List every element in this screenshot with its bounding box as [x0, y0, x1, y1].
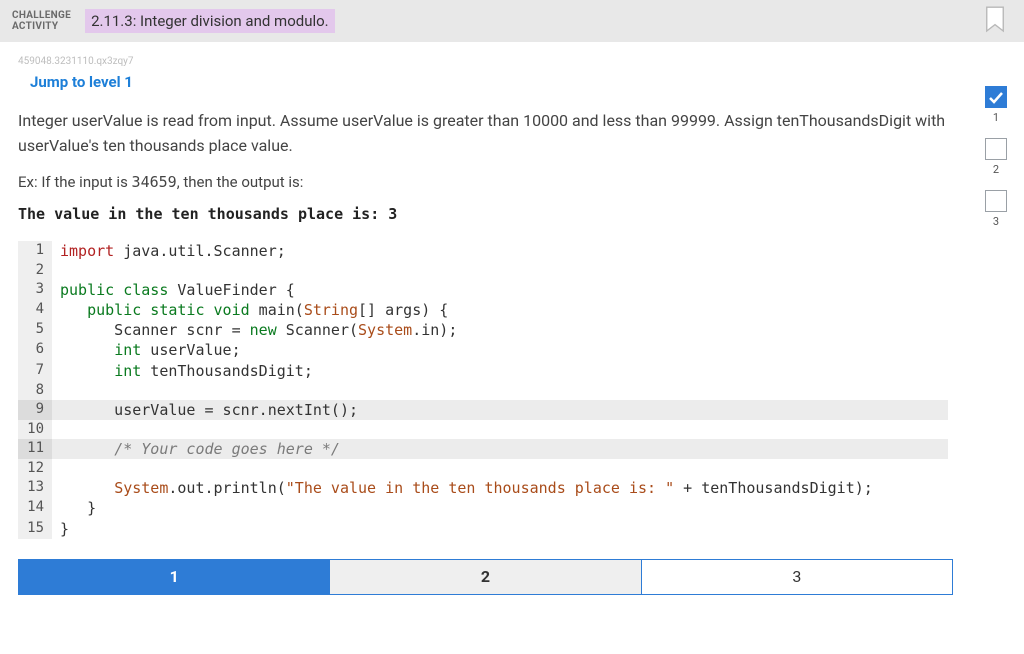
gutter-12: 12: [18, 459, 52, 478]
gutter-8: 8: [18, 381, 52, 400]
gutter-4: 4: [18, 300, 52, 320]
example-output: The value in the ten thousands place is:…: [18, 205, 948, 223]
activity-header: CHALLENGE ACTIVITY 2.11.3: Integer divis…: [0, 0, 1024, 42]
prompt-area: Integer userValue is read from input. As…: [18, 109, 948, 223]
code-editor[interactable]: 1import java.util.Scanner; 2 3public cla…: [18, 241, 948, 539]
gutter-5: 5: [18, 320, 52, 340]
bookmark-icon: [984, 6, 1006, 34]
label-line2: ACTIVITY: [12, 21, 71, 32]
progress-step-1-label: 1: [984, 111, 1008, 124]
step-tabs: 1 2 3: [18, 559, 953, 595]
tab-step-2[interactable]: 2: [330, 560, 641, 594]
progress-step-2-label: 2: [984, 163, 1008, 176]
example-prefix: Ex: If the input is: [18, 173, 132, 191]
gutter-6: 6: [18, 340, 52, 360]
jump-to-level-link[interactable]: Jump to level 1: [30, 73, 133, 91]
tab-step-1[interactable]: 1: [19, 560, 330, 594]
gutter-2: 2: [18, 261, 52, 280]
challenge-activity-label: CHALLENGE ACTIVITY: [12, 10, 71, 32]
gutter-3: 3: [18, 280, 52, 300]
example-line: Ex: If the input is 34659, then the outp…: [18, 173, 948, 191]
progress-step-3-label: 3: [984, 215, 1008, 228]
example-suffix: , then the output is:: [177, 173, 304, 191]
progress-step-2[interactable]: 2: [984, 138, 1008, 176]
activity-id: 459048.3231110.qx3zqy7: [18, 56, 1006, 67]
gutter-15: 15: [18, 519, 52, 539]
example-input: 34659: [132, 173, 177, 191]
progress-stepper: 1 2 3: [984, 86, 1008, 242]
prompt-text: Integer userValue is read from input. As…: [18, 109, 948, 159]
tab-step-3[interactable]: 3: [642, 560, 952, 594]
label-line1: CHALLENGE: [12, 10, 71, 21]
gutter-10: 10: [18, 420, 52, 439]
gutter-14: 14: [18, 498, 52, 518]
bookmark-button[interactable]: [982, 6, 1008, 36]
gutter-13: 13: [18, 478, 52, 498]
gutter-11: 11: [18, 439, 52, 459]
check-icon: [988, 90, 1004, 106]
progress-step-1[interactable]: 1: [984, 86, 1008, 124]
gutter-9: 9: [18, 400, 52, 420]
gutter-1: 1: [18, 241, 52, 261]
activity-title: 2.11.3: Integer division and modulo.: [85, 9, 335, 33]
gutter-7: 7: [18, 361, 52, 381]
progress-step-3[interactable]: 3: [984, 190, 1008, 228]
